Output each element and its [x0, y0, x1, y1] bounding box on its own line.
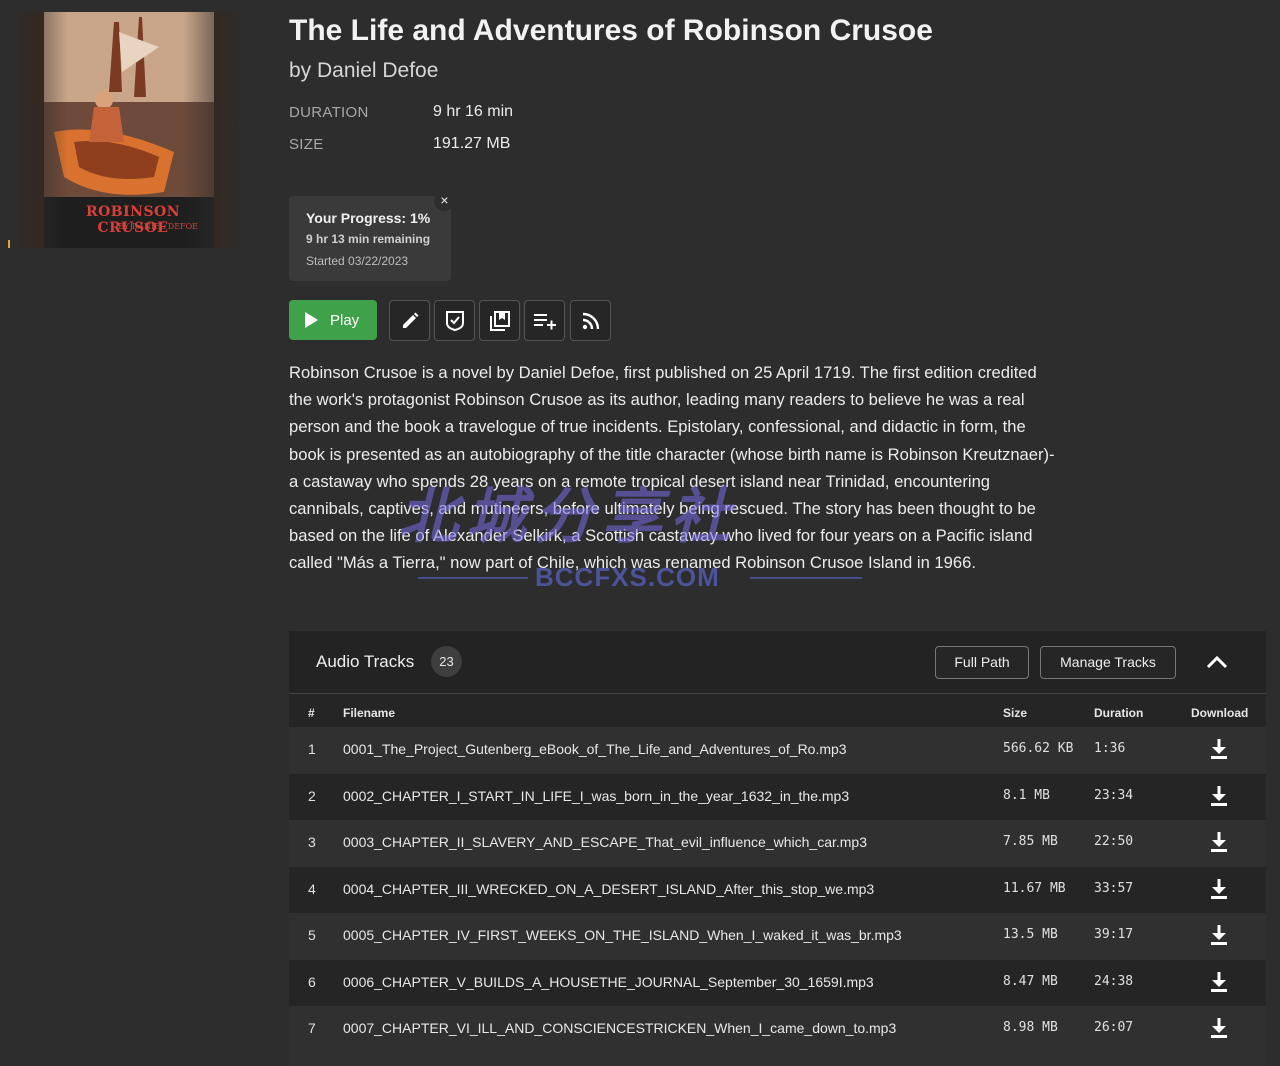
download-icon[interactable] [1210, 878, 1228, 900]
duration-value: 9 hr 16 min [433, 103, 514, 120]
table-row[interactable]: 5 0005_CHAPTER_IV_FIRST_WEEKS_ON_THE_ISLA… [289, 913, 1266, 960]
track-filename: 0005_CHAPTER_IV_FIRST_WEEKS_ON_THE_ISLAN… [343, 927, 902, 943]
track-duration: 33:57 [1094, 880, 1134, 896]
play-icon [305, 312, 318, 328]
download-icon[interactable] [1210, 924, 1228, 946]
track-filename: 0007_CHAPTER_VI_ILL_AND_CONSCIENCESTRICK… [343, 1020, 897, 1036]
track-size: 8.98 MB [1003, 1020, 1058, 1035]
cover-title-text: ROBINSON CRUSOE [85, 204, 181, 236]
track-size: 8.47 MB [1003, 973, 1058, 989]
cover-progress-mark [8, 240, 10, 248]
track-size: 7.85 MB [1003, 834, 1058, 849]
chevron-up-icon[interactable] [1206, 653, 1228, 671]
cover-fade-left [8, 12, 68, 248]
download-icon[interactable] [1210, 785, 1228, 807]
progress-started: Started 03/22/2023 [306, 254, 409, 268]
progress-card: Your Progress: 1% 9 hr 13 min remaining … [289, 190, 455, 281]
track-number: 2 [308, 787, 316, 804]
add-to-playlist-icon [533, 313, 556, 329]
size-label: SIZE [289, 136, 324, 153]
col-header-filename[interactable]: Filename [343, 706, 395, 720]
size-value: 191.27 MB [433, 135, 511, 152]
collections-icon [489, 310, 510, 331]
track-size: 11.67 MB [1003, 880, 1066, 896]
col-header-download: Download [1191, 706, 1249, 720]
col-header-duration[interactable]: Duration [1094, 706, 1143, 720]
track-duration: 23:34 [1094, 787, 1134, 803]
watermark-main: 北城分享社 [398, 483, 738, 550]
table-row[interactable]: 6 0006_CHAPTER_V_BUILDS_A_HOUSETHE_JOURNA… [289, 960, 1266, 1007]
play-button[interactable]: Play [289, 300, 377, 340]
book-author[interactable]: by Daniel Defoe [289, 59, 438, 83]
track-size: 566.62 KB [1003, 741, 1074, 756]
collections-button[interactable] [479, 300, 520, 341]
track-duration: 39:17 [1094, 927, 1134, 942]
track-number: 1 [308, 741, 316, 757]
play-label: Play [330, 311, 360, 329]
track-duration: 26:07 [1094, 1020, 1134, 1035]
table-row[interactable]: 4 0004_CHAPTER_III_WRECKED_ON_A_DESERT_IS… [289, 867, 1266, 914]
track-number: 4 [308, 880, 316, 897]
track-duration: 24:38 [1094, 973, 1134, 989]
track-size: 8.1 MB [1003, 787, 1050, 803]
track-number: 5 [308, 927, 316, 943]
tracks-count-badge: 23 [431, 646, 462, 677]
col-header-size[interactable]: Size [1003, 706, 1027, 720]
track-filename: 0001_The_Project_Gutenberg_eBook_of_The_… [343, 741, 847, 757]
table-row[interactable] [289, 1052, 1266, 1066]
add-to-playlist-button[interactable] [524, 300, 565, 341]
cover-author-text: BY DANIEL DEFOE [118, 222, 198, 231]
table-row[interactable]: 2 0002_CHAPTER_I_START_IN_LIFE_I_was_born… [289, 774, 1266, 821]
watermark-line-left [418, 577, 528, 579]
edit-icon [402, 312, 418, 328]
track-filename: 0003_CHAPTER_II_SLAVERY_AND_ESCAPE_That_… [343, 834, 867, 850]
audio-tracks-panel: Audio Tracks 23 Full Path Manage Tracks … [289, 631, 1266, 1066]
download-icon[interactable] [1210, 831, 1228, 853]
tracks-title: Audio Tracks [316, 652, 415, 671]
watermark-sub: BCCFXS.COM [535, 562, 720, 592]
duration-label: DURATION [289, 104, 369, 121]
track-duration: 1:36 [1094, 741, 1126, 756]
download-icon[interactable] [1210, 738, 1228, 760]
mark-finished-button[interactable] [434, 300, 475, 341]
table-row[interactable]: 1 0001_The_Project_Gutenberg_eBook_of_The… [289, 727, 1266, 774]
close-progress-button[interactable]: × [434, 190, 455, 211]
rss-feed-icon [582, 312, 599, 329]
mark-finished-icon [445, 310, 464, 331]
progress-remaining: 9 hr 13 min remaining [306, 232, 431, 246]
track-duration: 22:50 [1094, 834, 1134, 849]
download-icon[interactable] [1210, 1017, 1228, 1039]
table-row[interactable]: 7 0007_CHAPTER_VI_ILL_AND_CONSCIENCESTRIC… [289, 1006, 1266, 1053]
rss-feed-button[interactable] [570, 300, 611, 341]
track-number: 6 [308, 973, 316, 990]
download-icon[interactable] [1210, 971, 1228, 993]
track-filename: 0004_CHAPTER_III_WRECKED_ON_A_DESERT_ISL… [343, 880, 875, 897]
book-cover[interactable]: ROBINSON CRUSOE BY DANIEL DEFOE [8, 12, 243, 248]
col-header-num: # [308, 706, 315, 720]
watermark-line-right [750, 577, 862, 579]
progress-heading: Your Progress: 1% [306, 210, 431, 226]
manage-tracks-button[interactable]: Manage Tracks [1040, 646, 1176, 679]
track-filename: 0006_CHAPTER_V_BUILDS_A_HOUSETHE_JOURNAL… [343, 973, 874, 990]
table-row[interactable]: 3 0003_CHAPTER_II_SLAVERY_AND_ESCAPE_That… [289, 820, 1266, 867]
book-title: The Life and Adventures of Robinson Crus… [289, 14, 933, 47]
tracks-header: Audio Tracks 23 Full Path Manage Tracks [289, 631, 1266, 694]
track-number: 7 [308, 1020, 316, 1036]
track-size: 13.5 MB [1003, 927, 1058, 942]
full-path-button[interactable]: Full Path [935, 646, 1029, 679]
track-filename: 0002_CHAPTER_I_START_IN_LIFE_I_was_born_… [343, 787, 850, 804]
edit-button[interactable] [389, 300, 430, 341]
track-number: 3 [308, 834, 316, 850]
